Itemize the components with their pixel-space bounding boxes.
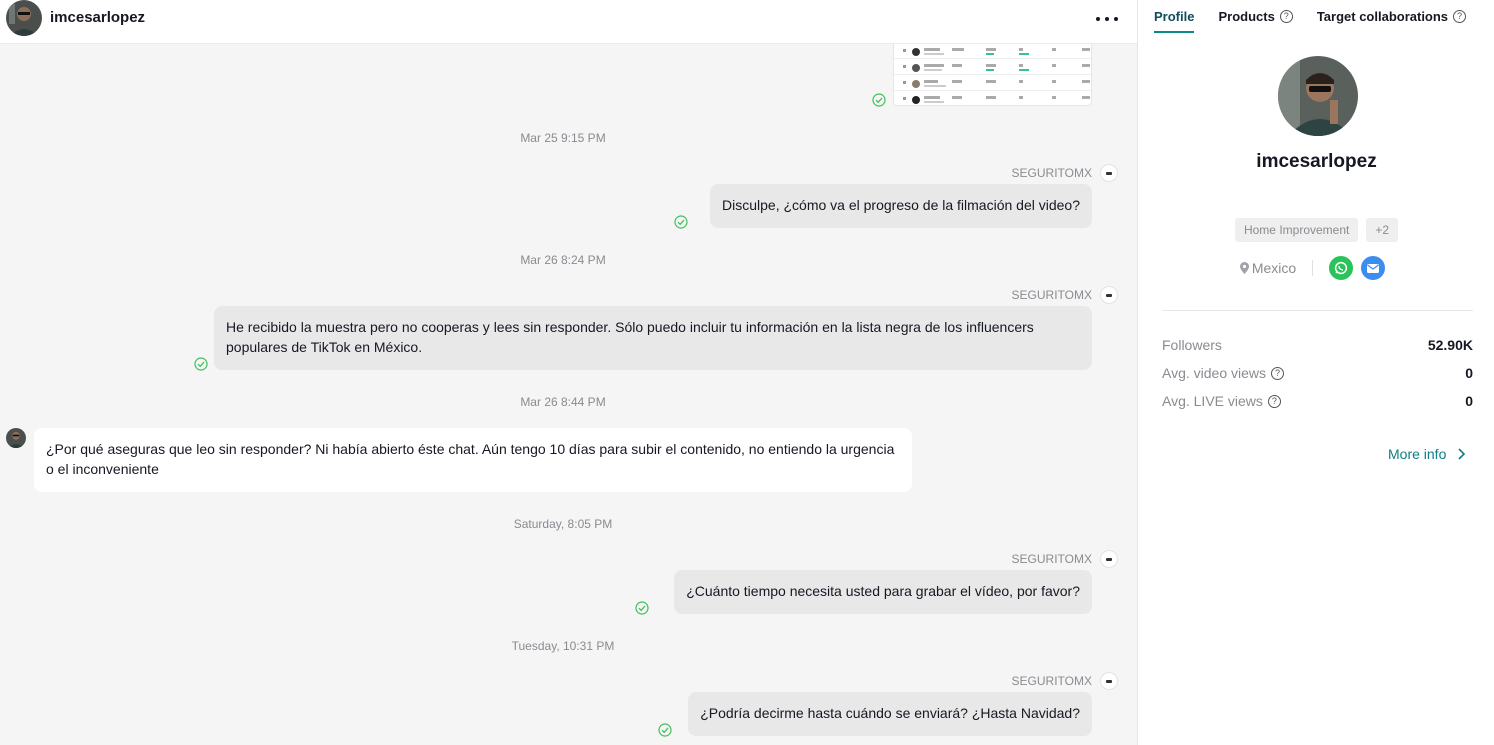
stat-avg-video-views: Avg. video views? 0 bbox=[1162, 365, 1473, 381]
whatsapp-icon bbox=[1335, 261, 1348, 275]
message-timestamp: Mar 26 8:44 PM bbox=[520, 395, 606, 409]
tab-label: Profile bbox=[1154, 9, 1195, 24]
message-sender: SEGURITOMX bbox=[1011, 674, 1092, 688]
message-sender: SEGURITOMX bbox=[1011, 288, 1092, 302]
chat-username: imcesarlopez bbox=[50, 9, 146, 26]
read-check-icon bbox=[635, 601, 649, 615]
more-info-label: More info bbox=[1388, 446, 1447, 462]
dot-icon bbox=[1114, 17, 1118, 21]
incoming-message: ¿Por qué aseguras que leo sin responder?… bbox=[34, 428, 912, 492]
avatar[interactable] bbox=[6, 428, 26, 448]
stat-value: 0 bbox=[1465, 365, 1473, 381]
outgoing-message: He recibido la muestra pero no cooperas … bbox=[214, 306, 1092, 370]
tab-target-collaborations[interactable]: Target collaborations? bbox=[1316, 0, 1467, 34]
whatsapp-button[interactable] bbox=[1329, 256, 1354, 280]
dot-icon bbox=[1105, 17, 1109, 21]
outgoing-message: ¿Cuánto tiempo necesita usted para graba… bbox=[674, 570, 1092, 614]
chat-pane: imcesarlopez Mar 25 9:15 PM SEGURITOMX D… bbox=[0, 0, 1137, 745]
read-check-icon bbox=[194, 357, 208, 371]
location-contact-row: Mexico bbox=[1138, 256, 1494, 280]
section-divider bbox=[1162, 310, 1473, 311]
email-icon bbox=[1367, 264, 1380, 273]
help-icon[interactable]: ? bbox=[1267, 395, 1281, 408]
stat-label: Followers bbox=[1162, 337, 1222, 353]
email-button[interactable] bbox=[1361, 256, 1386, 280]
profile-avatar bbox=[1278, 56, 1358, 136]
message-sender: SEGURITOMX bbox=[1011, 552, 1092, 566]
more-categories-tag[interactable]: +2 bbox=[1366, 218, 1399, 242]
category-tags: Home Improvement +2 bbox=[1138, 218, 1494, 242]
outgoing-message: ¿Podría decirme hasta cuándo se enviará?… bbox=[688, 692, 1092, 736]
divider bbox=[1312, 260, 1314, 276]
sender-avatar bbox=[1100, 164, 1118, 182]
location: Mexico bbox=[1239, 260, 1297, 276]
profile-name: imcesarlopez bbox=[1256, 151, 1377, 172]
shared-image-thumbnail[interactable] bbox=[893, 44, 1092, 106]
read-check-icon bbox=[658, 723, 672, 737]
stat-avg-live-views: Avg. LIVE views? 0 bbox=[1162, 393, 1473, 409]
tab-profile[interactable]: Profile bbox=[1154, 0, 1195, 33]
help-icon[interactable]: ? bbox=[1279, 10, 1293, 23]
help-icon[interactable]: ? bbox=[1271, 367, 1285, 380]
tab-label: Products bbox=[1218, 9, 1275, 24]
stat-value: 52.90K bbox=[1427, 337, 1473, 353]
category-tag: Home Improvement bbox=[1234, 218, 1359, 242]
message-timestamp: Tuesday, 10:31 PM bbox=[511, 639, 615, 653]
stat-label: Avg. LIVE views bbox=[1162, 393, 1263, 409]
tab-label: Target collaborations bbox=[1316, 9, 1449, 24]
creator-profile-panel: Profile Products? Target collaborations?… bbox=[1137, 0, 1494, 745]
chevron-right-icon bbox=[1458, 448, 1466, 460]
message-timestamp: Mar 25 9:15 PM bbox=[520, 131, 606, 145]
location-pin-icon bbox=[1239, 262, 1249, 274]
more-info-link[interactable]: More info bbox=[1388, 446, 1468, 462]
message-timestamp: Mar 26 8:24 PM bbox=[520, 253, 606, 267]
outgoing-message: Disculpe, ¿cómo va el progreso de la fil… bbox=[710, 184, 1092, 228]
location-text: Mexico bbox=[1251, 260, 1297, 276]
avatar[interactable] bbox=[6, 0, 42, 36]
dot-icon bbox=[1096, 17, 1100, 21]
more-options-button[interactable] bbox=[1096, 10, 1118, 28]
stat-followers: Followers 52.90K bbox=[1162, 337, 1473, 353]
message-sender: SEGURITOMX bbox=[1011, 166, 1092, 180]
read-check-icon bbox=[872, 93, 886, 107]
message-timestamp: Saturday, 8:05 PM bbox=[513, 517, 613, 531]
sender-avatar bbox=[1100, 550, 1118, 568]
help-icon[interactable]: ? bbox=[1453, 10, 1467, 23]
chat-header: imcesarlopez bbox=[0, 0, 1137, 44]
tab-products[interactable]: Products? bbox=[1218, 0, 1293, 34]
read-check-icon bbox=[674, 215, 688, 229]
stat-value: 0 bbox=[1465, 393, 1473, 409]
sender-avatar bbox=[1100, 286, 1118, 304]
stat-label: Avg. video views bbox=[1162, 365, 1267, 381]
panel-tabs: Profile Products? Target collaborations? bbox=[1154, 0, 1490, 34]
sender-avatar bbox=[1100, 672, 1118, 690]
